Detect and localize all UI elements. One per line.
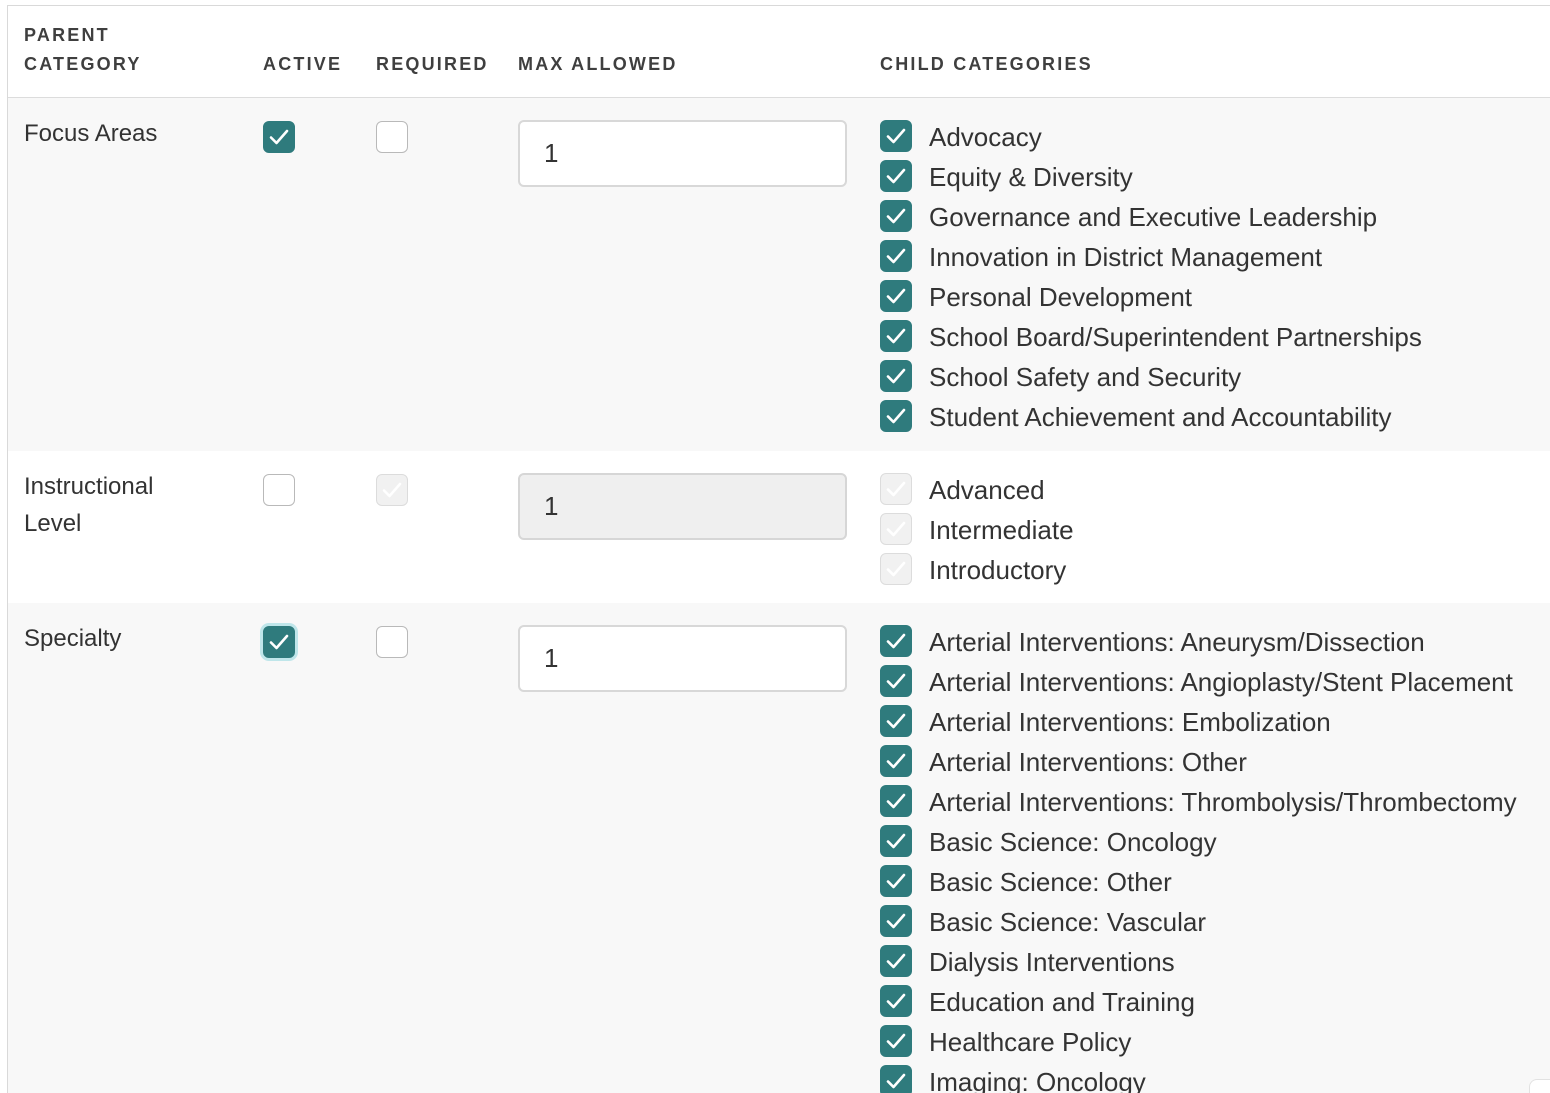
check-icon xyxy=(886,561,906,577)
header-child-categories: CHILD CATEGORIES xyxy=(880,54,1093,74)
child-category-label: Arterial Interventions: Other xyxy=(929,747,1247,777)
child-category-label: Innovation in District Management xyxy=(929,242,1323,272)
child-category-label: Student Achievement and Accountability xyxy=(929,402,1392,432)
check-icon xyxy=(886,248,906,264)
active-checkbox[interactable] xyxy=(263,626,295,658)
check-icon xyxy=(886,521,906,537)
child-category-checkbox[interactable] xyxy=(880,985,912,1017)
child-category-label: Arterial Interventions: Aneurysm/Dissect… xyxy=(929,627,1425,657)
child-category-checkbox[interactable] xyxy=(880,1065,912,1093)
child-category-checkbox[interactable] xyxy=(880,865,912,897)
child-category-label: Introductory xyxy=(929,555,1067,585)
header-active: ACTIVE xyxy=(263,54,343,74)
check-icon xyxy=(886,953,906,969)
feedback-tab-handle[interactable] xyxy=(1529,1079,1550,1093)
child-category-label: Arterial Interventions: Embolization xyxy=(929,707,1331,737)
parent-category-name: Instructional Level xyxy=(24,473,154,537)
child-category-checkbox[interactable] xyxy=(880,200,912,232)
required-checkbox[interactable] xyxy=(376,474,408,506)
check-icon xyxy=(886,673,906,689)
check-icon xyxy=(886,873,906,889)
check-icon xyxy=(886,128,906,144)
check-icon xyxy=(886,288,906,304)
check-icon xyxy=(886,713,906,729)
required-checkbox[interactable] xyxy=(376,626,408,658)
child-category-checkbox[interactable] xyxy=(880,120,912,152)
child-category-checkbox[interactable] xyxy=(880,705,912,737)
check-icon xyxy=(886,328,906,344)
check-icon xyxy=(886,408,906,424)
child-category-label: School Board/Superintendent Partnerships xyxy=(929,322,1422,352)
parent-category-name: Focus Areas xyxy=(24,120,158,147)
child-category-label: Basic Science: Other xyxy=(929,867,1172,897)
child-category-checkbox[interactable] xyxy=(880,745,912,777)
child-category-label: Intermediate xyxy=(929,515,1074,545)
child-category-checkbox[interactable] xyxy=(880,665,912,697)
check-icon xyxy=(886,913,906,929)
check-icon xyxy=(269,129,289,145)
child-category-checkbox[interactable] xyxy=(880,625,912,657)
check-icon xyxy=(886,1073,906,1089)
child-category-checkbox[interactable] xyxy=(880,905,912,937)
child-category-checkbox[interactable] xyxy=(880,513,912,545)
max-allowed-input[interactable] xyxy=(518,473,847,540)
child-category-checkbox[interactable] xyxy=(880,785,912,817)
max-allowed-input[interactable] xyxy=(518,120,847,187)
child-category-checkbox[interactable] xyxy=(880,400,912,432)
check-icon xyxy=(269,634,289,650)
child-category-label: Dialysis Interventions xyxy=(929,947,1175,977)
child-category-label: Basic Science: Vascular xyxy=(929,907,1206,937)
check-icon xyxy=(886,481,906,497)
table-row: Focus Areas Advocacy Equity & Diversity Gov… xyxy=(8,98,1550,451)
child-category-label: Imaging: Oncology xyxy=(929,1067,1146,1093)
parent-category-name: Specialty xyxy=(24,625,122,652)
header-parent-category: PARENT CATEGORY xyxy=(24,25,142,74)
child-category-checkbox[interactable] xyxy=(880,280,912,312)
child-category-label: Basic Science: Oncology xyxy=(929,827,1217,857)
child-category-checkbox[interactable] xyxy=(880,320,912,352)
check-icon xyxy=(886,753,906,769)
child-category-label: Governance and Executive Leadership xyxy=(929,202,1378,232)
category-settings-table: PARENT CATEGORY ACTIVE REQUIRED MAX ALLO… xyxy=(7,5,1550,1093)
check-icon xyxy=(886,168,906,184)
check-icon xyxy=(382,482,402,498)
child-category-checkbox[interactable] xyxy=(880,160,912,192)
child-category-checkbox[interactable] xyxy=(880,553,912,585)
child-category-label: Advanced xyxy=(929,475,1045,505)
table-row: Instructional Level Advanced Intermediate I… xyxy=(8,451,1550,603)
check-icon xyxy=(886,793,906,809)
child-category-label: Healthcare Policy xyxy=(929,1027,1132,1057)
check-icon xyxy=(886,833,906,849)
header-max-allowed: MAX ALLOWED xyxy=(518,54,678,74)
check-icon xyxy=(886,993,906,1009)
child-category-label: Arterial Interventions: Angioplasty/Sten… xyxy=(929,667,1513,697)
active-checkbox[interactable] xyxy=(263,121,295,153)
child-category-checkbox[interactable] xyxy=(880,473,912,505)
required-checkbox[interactable] xyxy=(376,121,408,153)
child-category-checkbox[interactable] xyxy=(880,1025,912,1057)
child-category-checkbox[interactable] xyxy=(880,360,912,392)
child-category-checkbox[interactable] xyxy=(880,240,912,272)
child-category-label: Advocacy xyxy=(929,122,1042,152)
table-header: PARENT CATEGORY ACTIVE REQUIRED MAX ALLO… xyxy=(8,6,1550,98)
max-allowed-input[interactable] xyxy=(518,625,847,692)
check-icon xyxy=(886,1033,906,1049)
child-category-label: Personal Development xyxy=(929,282,1193,312)
check-icon xyxy=(886,633,906,649)
check-icon xyxy=(886,368,906,384)
child-category-label: Education and Training xyxy=(929,987,1195,1017)
child-category-checkbox[interactable] xyxy=(880,945,912,977)
table-row: Specialty Arterial Interventions: Aneurys… xyxy=(8,603,1550,1093)
active-checkbox[interactable] xyxy=(263,474,295,506)
check-icon xyxy=(886,208,906,224)
header-required: REQUIRED xyxy=(376,54,489,74)
child-category-label: School Safety and Security xyxy=(929,362,1242,392)
child-category-label: Arterial Interventions: Thrombolysis/Thr… xyxy=(929,787,1517,817)
child-category-label: Equity & Diversity xyxy=(929,162,1133,192)
child-category-checkbox[interactable] xyxy=(880,825,912,857)
